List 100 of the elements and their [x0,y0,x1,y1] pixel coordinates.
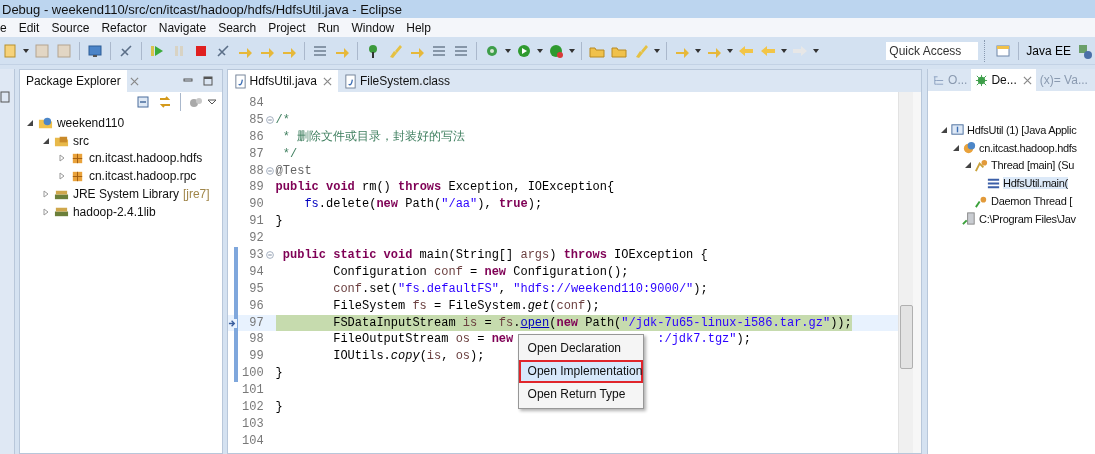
fold-icon[interactable] [265,251,274,260]
line-number: 95 [248,280,264,298]
line-number: 98 [248,331,264,349]
code-line: } [275,213,283,231]
java-file-icon [233,73,247,89]
menu-item[interactable]: Open Return Type [518,383,643,406]
close-icon[interactable] [322,76,332,86]
menu-item[interactable]: Source [45,20,96,35]
tree-item[interactable]: cn.itcast.hadoop.hdfs [979,141,1077,154]
code-line: @Test [275,162,312,180]
line-number: 104 [241,432,264,450]
menu-item[interactable]: Window [345,20,401,35]
tree-item[interactable]: cn.itcast.hadoop.hdfs [88,151,203,166]
line-number: 93 [248,247,264,264]
code-line: /* [275,111,290,129]
bug-icon [975,73,989,87]
process-icon [962,140,978,156]
tree-item[interactable]: cn.itcast.hadoop.rpc [88,169,197,184]
save-icon[interactable] [56,42,72,59]
package-explorer-tab[interactable]: Package Explorer [19,70,127,92]
code-line: FileOutputStream os = new [332,331,514,349]
expanded-arrow-icon[interactable] [940,125,949,134]
collapsed-arrow-icon[interactable] [41,190,50,199]
line-number: 91 [248,213,264,231]
code-line: :/jdk7.tgz"); [657,331,751,349]
expanded-arrow-icon[interactable] [25,118,34,127]
menu-item[interactable]: e [0,20,13,35]
line-number: 97 [248,314,264,332]
code-line: * 删除文件或目录，封装好的写法 [281,128,466,146]
expanded-arrow-icon[interactable] [952,143,961,152]
line-number: 86 [248,128,264,146]
window-title: Debug - weekend110/src/cn/itcast/hadoop/hdfs/HdfsUtil.java - Eclipse [2,1,403,17]
perspective-button[interactable]: Java EE [1024,43,1073,58]
view-tab[interactable]: De... [971,69,1036,91]
code-line: IOUtils.copy(is, os); [332,348,485,366]
menu-item[interactable]: Project [262,20,312,35]
brush-icon[interactable] [387,42,403,59]
line-number: 88 [248,162,264,180]
tree-item[interactable]: JRE System Library [72,187,179,202]
tree-item[interactable]: hadoop-2.4.1lib [72,204,156,219]
menu-item[interactable]: Edit [12,20,46,35]
menu-item[interactable]: Open Declaration [518,337,643,360]
scrollbar[interactable] [898,92,914,453]
code-line: public void rm() throws Exception, IOException{ [275,179,615,197]
line-number: 101 [241,382,264,400]
editor-tab[interactable]: HdfsUtil.java [227,70,338,92]
menu-item[interactable]: Help [400,20,437,35]
collapse-all-icon[interactable] [134,94,151,110]
tree-item[interactable]: C:\Program Files\Jav [979,212,1076,225]
code-line: Configuration conf = new Configuration(); [332,263,629,281]
process-icon [962,211,978,227]
expanded-arrow-icon[interactable] [964,161,973,170]
tree-item[interactable]: src [72,133,89,148]
editor-tab[interactable]: FileSystem.class [337,70,456,92]
outline-icon [932,73,946,87]
scrollbar-thumb[interactable] [900,305,914,369]
line-number: 102 [241,399,264,416]
close-icon[interactable] [129,76,139,86]
collapsed-arrow-icon[interactable] [41,207,50,216]
code-line: conf.set("fs.defaultFS", "hdfs://weekend110:9000/"); [332,280,708,298]
monitor-icon[interactable] [87,42,103,59]
open-perspective-icon[interactable] [995,42,1012,59]
line-number: 87 [248,145,264,163]
tree-item[interactable]: HdfsUtil.main( [1003,177,1068,190]
fold-icon[interactable] [265,167,274,175]
tree-item[interactable]: weekend110 [56,115,125,130]
line-number: 92 [248,230,264,247]
close-icon[interactable] [1022,75,1032,85]
line-number: 89 [248,179,264,197]
code-line: public static void main(String[] args) throws IOException { [281,247,708,264]
tree-item-decoration: [jre7] [182,187,210,202]
line-number: 84 [248,95,264,112]
maximize-icon[interactable] [201,75,214,87]
line-number: 94 [248,263,264,281]
menu-item[interactable]: Navigate [152,20,213,35]
tree-item[interactable]: Daemon Thread [ [991,195,1072,208]
class-file-icon [343,73,357,89]
line-number: 96 [248,297,264,315]
perspective-icon[interactable] [1077,42,1093,59]
restore-icon[interactable] [0,91,10,103]
line-number: 103 [241,415,264,433]
code-line: FileSystem fs = FileSystem.get(conf); [332,297,600,315]
expanded-arrow-icon[interactable] [41,136,50,145]
menu-item[interactable]: Refactor [95,20,153,35]
overview-ruler[interactable] [913,92,922,453]
project-icon [37,115,53,131]
code-line: } [275,365,283,383]
code-line: } [275,399,283,416]
thread-icon [974,158,990,173]
run-icon[interactable] [516,42,532,59]
run-icon[interactable] [548,42,564,59]
tree-item[interactable]: Thread [main] (Su [991,159,1075,172]
quick-access-field[interactable]: Quick Access [886,41,979,60]
collapsed-arrow-icon[interactable] [57,154,66,163]
collapsed-arrow-icon[interactable] [57,172,66,181]
menu-item[interactable]: Search [212,20,263,35]
line-number: 99 [248,348,264,366]
menu-item[interactable]: Run [311,20,346,35]
fold-icon[interactable] [265,116,274,125]
tree-item[interactable]: HdfsUtil (1) [Java Applic [967,123,1077,136]
